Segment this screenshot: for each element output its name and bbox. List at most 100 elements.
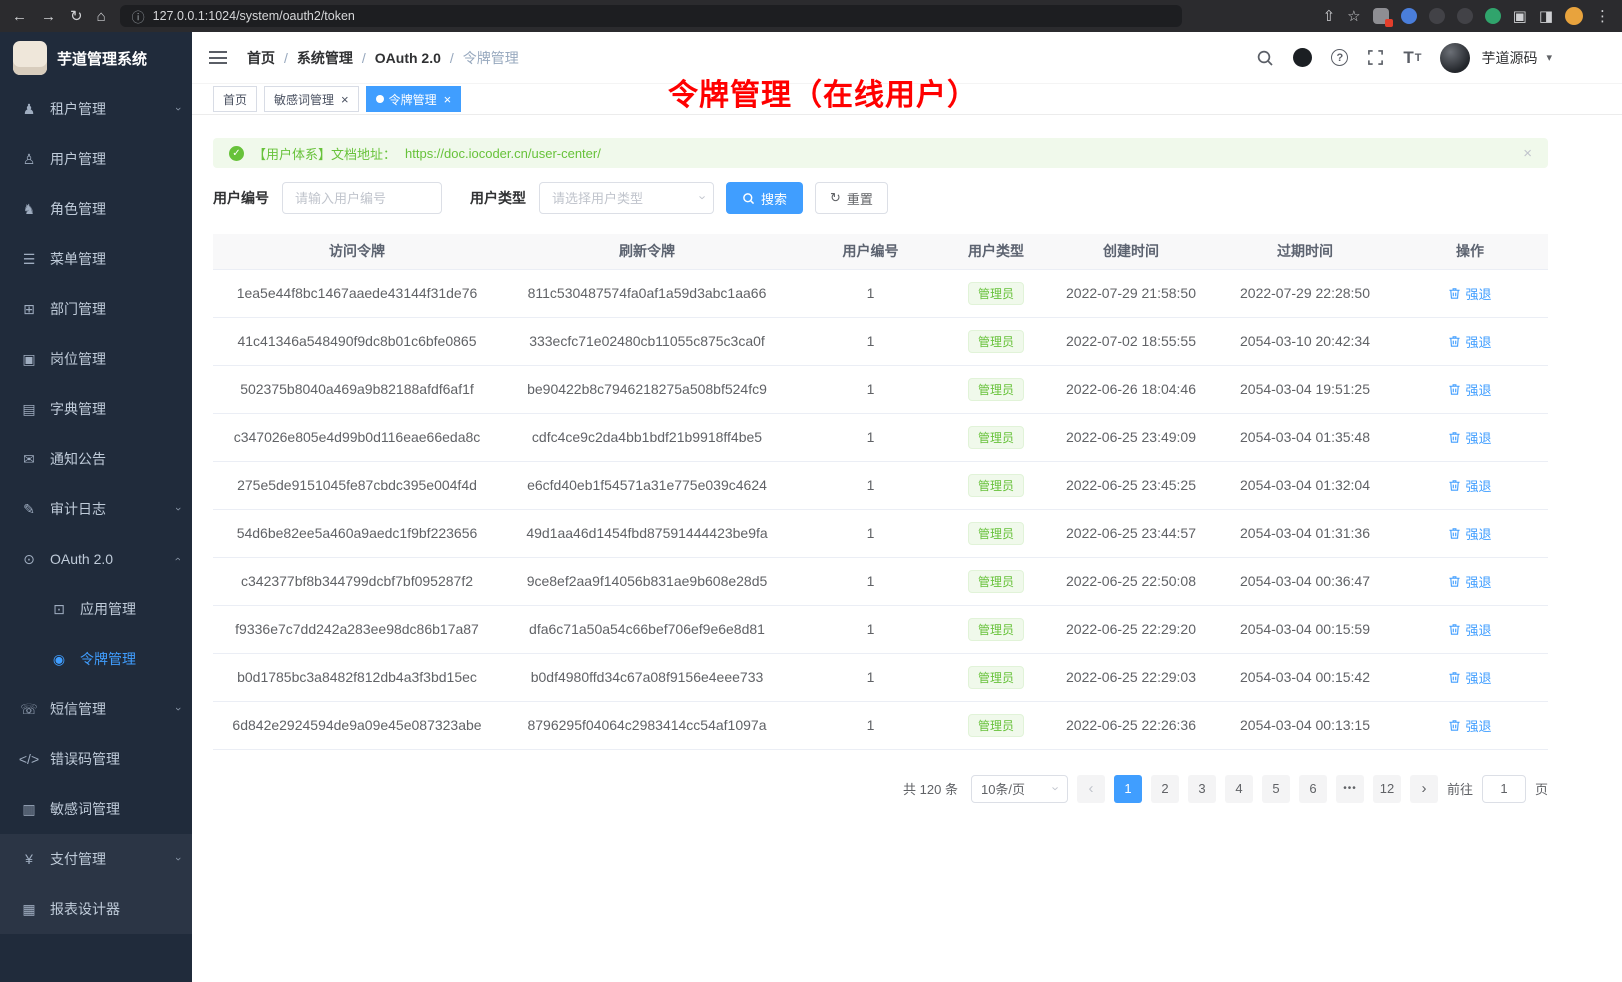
delete-icon [1448, 431, 1461, 444]
sidebar-item-role[interactable]: ♞角色管理 [0, 184, 192, 234]
tab-home[interactable]: 首页 [213, 86, 257, 112]
pagination-more-button[interactable]: ••• [1336, 775, 1364, 803]
breadcrumb-separator: / [450, 50, 454, 66]
extension-icon-dark-1[interactable] [1429, 8, 1445, 24]
sidebar-item-notice[interactable]: ✉通知公告 [0, 434, 192, 484]
forward-icon[interactable]: → [41, 9, 56, 24]
page-button-4[interactable]: 4 [1225, 775, 1253, 803]
table-row: 502375b8040a469a9b82188afdf6af1fbe90422b… [213, 365, 1548, 413]
force-logout-button[interactable]: 强退 [1448, 620, 1491, 639]
back-icon[interactable]: ← [12, 9, 27, 24]
breadcrumb-item[interactable]: 系统管理 [297, 48, 353, 68]
browser-profile-avatar[interactable] [1565, 7, 1583, 25]
next-page-button[interactable]: › [1410, 775, 1438, 803]
font-size-icon[interactable]: TT [1403, 48, 1421, 68]
tab-sensitive-word[interactable]: 敏感词管理 × [264, 86, 359, 112]
access-token-cell: 54d6be82ee5a460a9aedc1f9bf223656 [213, 509, 501, 557]
user-type-select-input[interactable] [539, 182, 714, 214]
username[interactable]: 芋道源码 [1481, 48, 1537, 68]
access-token-cell: 6d842e2924594de9a09e45e087323abe [213, 701, 501, 749]
breadcrumb-separator: / [362, 50, 366, 66]
search-icon[interactable] [1256, 49, 1274, 67]
sidebar-item-errcode[interactable]: </>错误码管理 [0, 734, 192, 784]
token-table: 访问令牌刷新令牌用户编号用户类型创建时间过期时间操作 1ea5e44f8bc14… [213, 234, 1548, 750]
tab-token[interactable]: 令牌管理× [366, 86, 462, 112]
force-logout-button[interactable]: 强退 [1448, 668, 1491, 687]
force-logout-button[interactable]: 强退 [1448, 380, 1491, 399]
close-icon[interactable]: × [1523, 145, 1532, 162]
user-avatar[interactable] [1440, 43, 1470, 73]
page-button-1[interactable]: 1 [1114, 775, 1142, 803]
reload-icon[interactable]: ↻ [70, 9, 83, 24]
sidebar-item-dict[interactable]: ▤字典管理 [0, 384, 192, 434]
home-icon[interactable]: ⌂ [97, 9, 106, 24]
sidebar-item-sensitive[interactable]: ▥敏感词管理 [0, 784, 192, 834]
sidebar-item-oauth[interactable]: ⊙OAuth 2.0› [0, 534, 192, 584]
reset-button[interactable]: ↻ 重置 [815, 182, 888, 214]
goto-page-input[interactable] [1482, 775, 1526, 803]
tab-close-icon[interactable]: × [444, 93, 452, 106]
prev-page-button[interactable]: ‹ [1077, 775, 1105, 803]
sidebar-item-dept[interactable]: ⊞部门管理 [0, 284, 192, 334]
sensitive-word-icon: ▥ [18, 801, 40, 818]
extensions-puzzle-icon[interactable]: ▣ [1513, 9, 1527, 24]
fullscreen-icon[interactable] [1367, 49, 1384, 66]
sidebar-item-label: 报表设计器 [50, 899, 120, 919]
page-size-select[interactable]: 10条/页 › [971, 775, 1068, 803]
table-header-row: 访问令牌刷新令牌用户编号用户类型创建时间过期时间操作 [213, 234, 1548, 269]
app-title: 芋道管理系统 [57, 48, 147, 69]
page-button-3[interactable]: 3 [1188, 775, 1216, 803]
table-row: c342377bf8b344799dcbf7bf095287f29ce8ef2a… [213, 557, 1548, 605]
sidebar-item-tenant[interactable]: ♟租户管理› [0, 84, 192, 134]
page-button-2[interactable]: 2 [1151, 775, 1179, 803]
sidebar-item-label: OAuth 2.0 [50, 551, 113, 567]
address-bar[interactable]: ⓘ 127.0.0.1:1024/system/oauth2/token [120, 5, 1182, 27]
tab-close-icon[interactable]: × [341, 93, 349, 106]
search-button[interactable]: 搜索 [726, 182, 803, 214]
user-type-select[interactable]: › [539, 182, 714, 214]
sidebar-item-post[interactable]: ▣岗位管理 [0, 334, 192, 384]
site-info-icon[interactable]: ⓘ [132, 7, 145, 26]
user-type-cell: 管理员 [948, 605, 1044, 653]
force-logout-button[interactable]: 强退 [1448, 572, 1491, 591]
sidebar-item-app-manage[interactable]: ⊡应用管理 [0, 584, 192, 634]
browser-menu-icon[interactable]: ⋮ [1595, 9, 1610, 24]
page-button-5[interactable]: 5 [1262, 775, 1290, 803]
sidebar-item-audit[interactable]: ✎审计日志› [0, 484, 192, 534]
delete-icon [1448, 527, 1461, 540]
github-icon[interactable] [1293, 48, 1312, 67]
force-logout-button[interactable]: 强退 [1448, 716, 1491, 735]
breadcrumb-item[interactable]: OAuth 2.0 [375, 50, 441, 66]
extension-icon-grid[interactable] [1373, 8, 1389, 24]
breadcrumb-item[interactable]: 首页 [247, 48, 275, 68]
force-logout-button[interactable]: 强退 [1448, 476, 1491, 495]
force-logout-button[interactable]: 强退 [1448, 332, 1491, 351]
help-icon[interactable]: ? [1331, 49, 1348, 66]
expire-time-cell: 2022-07-29 22:28:50 [1218, 269, 1392, 317]
force-logout-button[interactable]: 强退 [1448, 428, 1491, 447]
tab-active-dot [376, 95, 384, 103]
user-id-input[interactable] [282, 182, 442, 214]
sidebar-item-label: 用户管理 [50, 149, 106, 169]
share-icon[interactable]: ⇧ [1323, 9, 1336, 24]
extension-icon-blue[interactable] [1401, 8, 1417, 24]
extension-icon-green[interactable] [1485, 8, 1501, 24]
sidebar-item-report[interactable]: ▦报表设计器 [0, 884, 192, 934]
sidebar-item-user[interactable]: ♙用户管理 [0, 134, 192, 184]
sidebar-item-token-manage[interactable]: ◉令牌管理 [0, 634, 192, 684]
force-logout-button[interactable]: 强退 [1448, 524, 1491, 543]
page-button-12[interactable]: 12 [1373, 775, 1401, 803]
force-logout-button[interactable]: 强退 [1448, 284, 1491, 303]
doc-link[interactable]: https://doc.iocoder.cn/user-center/ [405, 146, 601, 161]
menu-fold-icon[interactable] [209, 51, 227, 64]
extension-icon-dark-2[interactable] [1457, 8, 1473, 24]
page-button-6[interactable]: 6 [1299, 775, 1327, 803]
action-cell: 强退 [1392, 365, 1548, 413]
sidebar-item-pay[interactable]: ¥支付管理› [0, 834, 192, 884]
bookmark-star-icon[interactable]: ☆ [1347, 9, 1360, 24]
refresh-token-cell: dfa6c71a50a54c66bef706ef9e6e8d81 [501, 605, 793, 653]
sidebar-toggle-icon[interactable]: ◨ [1539, 9, 1553, 24]
tab-label: 敏感词管理 [274, 91, 334, 108]
sidebar-item-sms[interactable]: ☏短信管理› [0, 684, 192, 734]
sidebar-item-menu[interactable]: ☰菜单管理 [0, 234, 192, 284]
